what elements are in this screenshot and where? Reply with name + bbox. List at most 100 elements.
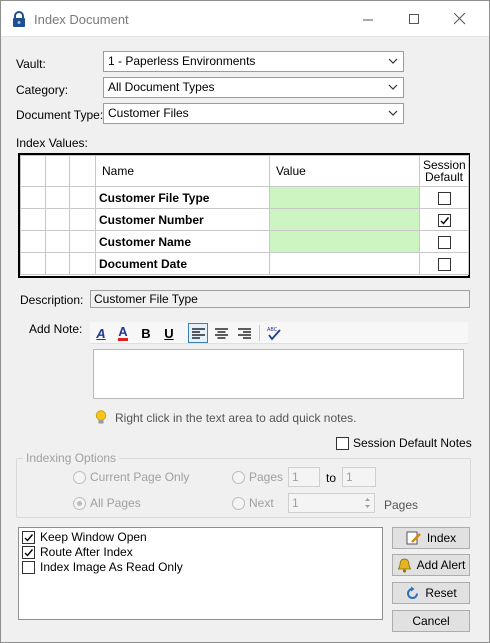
document-type-select[interactable]: Customer Files bbox=[103, 103, 404, 124]
description-value: Customer File Type bbox=[94, 292, 198, 306]
field-value-input[interactable] bbox=[269, 230, 420, 253]
lightbulb-icon bbox=[95, 410, 107, 428]
session-default-column-header[interactable]: Session Default bbox=[419, 155, 469, 187]
row-cell bbox=[45, 252, 70, 275]
add-alert-button[interactable]: Add Alert bbox=[392, 554, 470, 576]
bold-icon: B bbox=[141, 325, 151, 341]
font-color-icon: A bbox=[118, 324, 128, 341]
list-item[interactable]: Keep Window Open bbox=[22, 530, 147, 544]
reset-button-label: Reset bbox=[425, 586, 457, 600]
current-page-only-label: Current Page Only bbox=[90, 470, 190, 484]
list-item[interactable]: Route After Index bbox=[22, 545, 133, 559]
field-name: Document Date bbox=[95, 252, 270, 275]
name-column-header[interactable]: Name bbox=[95, 155, 270, 187]
font-color-button[interactable]: A bbox=[113, 323, 133, 343]
category-label: Category: bbox=[16, 83, 69, 97]
svg-text:ABC: ABC bbox=[267, 327, 278, 333]
session-default-notes-label[interactable]: Session Default Notes bbox=[353, 436, 472, 450]
description-label: Description: bbox=[20, 293, 84, 307]
cancel-button-label: Cancel bbox=[412, 614, 450, 628]
keep-window-open-checkbox[interactable] bbox=[22, 530, 35, 544]
next-pages-suffix: Pages bbox=[384, 498, 419, 512]
next-radio[interactable] bbox=[232, 497, 245, 510]
add-note-label: Add Note: bbox=[29, 322, 83, 336]
lock-icon bbox=[12, 11, 26, 31]
vault-value: 1 - Paperless Environments bbox=[108, 54, 256, 68]
font-style-button[interactable]: A bbox=[91, 323, 111, 343]
session-default-cell bbox=[419, 252, 469, 275]
session-default-checkbox[interactable] bbox=[437, 235, 451, 249]
session-default-checkbox[interactable] bbox=[437, 213, 451, 227]
field-value-input[interactable] bbox=[269, 252, 420, 275]
field-value-input[interactable] bbox=[269, 186, 420, 209]
reset-icon bbox=[407, 586, 419, 599]
table-row[interactable]: Customer File Type bbox=[20, 186, 469, 209]
underline-button[interactable]: U bbox=[159, 323, 179, 343]
align-center-button[interactable] bbox=[211, 323, 231, 343]
table-row[interactable]: Customer Name bbox=[20, 230, 469, 253]
quick-notes-hint: Right click in the text area to add quic… bbox=[115, 411, 357, 425]
field-name: Customer File Type bbox=[95, 186, 270, 209]
all-pages-label: All Pages bbox=[90, 496, 141, 510]
session-default-cell bbox=[419, 208, 469, 231]
align-right-button[interactable] bbox=[234, 323, 254, 343]
align-left-icon bbox=[191, 327, 205, 339]
session-default-cell bbox=[419, 230, 469, 253]
session-default-checkbox[interactable] bbox=[437, 191, 451, 205]
pages-from-input[interactable]: 1 bbox=[288, 467, 320, 487]
maximize-button[interactable] bbox=[391, 1, 437, 37]
checkmark-icon bbox=[24, 548, 34, 557]
pencil-document-icon bbox=[406, 531, 421, 545]
session-default-checkbox[interactable] bbox=[437, 257, 451, 271]
session-default-header-line2: Default bbox=[424, 170, 464, 184]
grid-header-cell bbox=[69, 155, 96, 187]
underline-icon: U bbox=[164, 325, 174, 341]
description-field: Customer File Type bbox=[90, 290, 470, 308]
pages-radio[interactable] bbox=[232, 471, 245, 484]
row-header-cell bbox=[20, 230, 46, 253]
align-left-button[interactable] bbox=[188, 323, 208, 343]
row-header-cell bbox=[20, 208, 46, 231]
grid-header-row: Name Value Session Default bbox=[20, 155, 469, 187]
add-alert-button-label: Add Alert bbox=[416, 558, 466, 572]
note-textarea[interactable] bbox=[93, 349, 464, 399]
next-pages-value: 1 bbox=[292, 496, 299, 510]
index-image-read-only-checkbox[interactable] bbox=[22, 560, 35, 574]
next-pages-stepper[interactable]: 1 bbox=[288, 493, 375, 513]
align-center-icon bbox=[214, 327, 228, 339]
value-column-header[interactable]: Value bbox=[269, 155, 420, 187]
bold-button[interactable]: B bbox=[136, 323, 156, 343]
pages-from-value: 1 bbox=[292, 470, 299, 484]
grid-header-cell bbox=[45, 155, 70, 187]
field-name: Customer Name bbox=[95, 230, 270, 253]
spell-check-button[interactable]: ABC bbox=[264, 323, 284, 343]
all-pages-radio[interactable] bbox=[73, 497, 86, 510]
font-style-icon: A bbox=[96, 325, 106, 341]
index-button[interactable]: Index bbox=[392, 527, 470, 549]
toolbar-separator bbox=[259, 325, 260, 341]
row-header-cell bbox=[20, 186, 46, 209]
reset-button[interactable]: Reset bbox=[392, 582, 470, 604]
category-select[interactable]: All Document Types bbox=[103, 77, 404, 98]
table-row[interactable]: Customer Number bbox=[20, 208, 469, 231]
field-value-input[interactable] bbox=[269, 208, 420, 231]
table-row[interactable]: Document Date bbox=[20, 252, 469, 275]
checkmark-icon bbox=[440, 216, 449, 225]
current-page-only-radio[interactable] bbox=[73, 471, 86, 484]
route-after-index-checkbox[interactable] bbox=[22, 545, 35, 559]
close-button[interactable] bbox=[437, 1, 483, 37]
minimize-button[interactable] bbox=[345, 1, 391, 37]
index-values-grid: Name Value Session Default Customer File… bbox=[18, 153, 470, 278]
list-item[interactable]: Index Image As Read Only bbox=[22, 560, 183, 574]
checkmark-icon bbox=[24, 533, 34, 542]
row-cell bbox=[69, 252, 96, 275]
session-default-notes-checkbox[interactable] bbox=[336, 437, 349, 450]
cancel-button[interactable]: Cancel bbox=[392, 610, 470, 632]
route-after-index-label: Route After Index bbox=[40, 545, 133, 559]
minimize-icon bbox=[362, 19, 373, 20]
indexing-options-title: Indexing Options bbox=[23, 451, 120, 465]
pages-to-value: 1 bbox=[346, 470, 353, 484]
pages-to-input[interactable]: 1 bbox=[342, 467, 376, 487]
row-cell bbox=[69, 230, 96, 253]
vault-select[interactable]: 1 - Paperless Environments bbox=[103, 51, 404, 72]
